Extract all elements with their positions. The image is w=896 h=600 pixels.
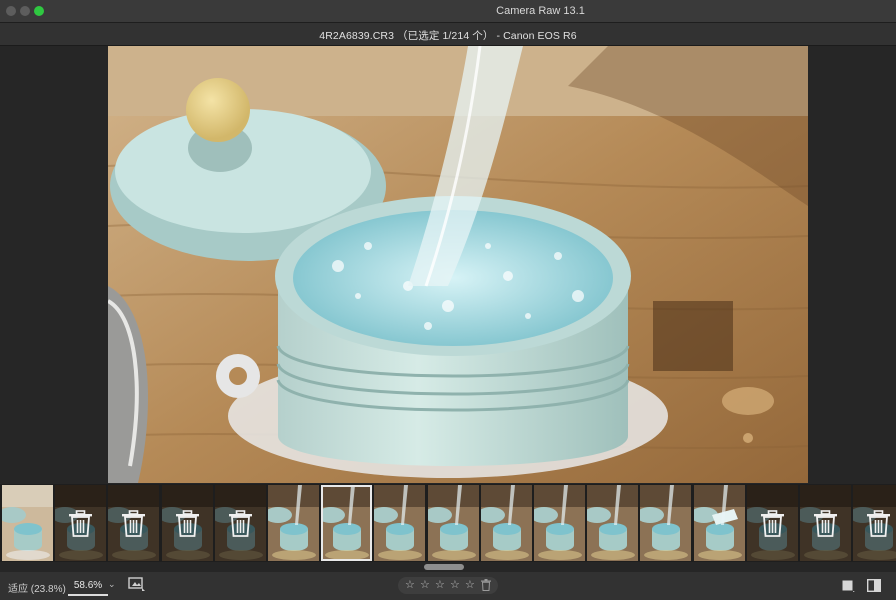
thumbnail-deleted[interactable] (161, 485, 213, 561)
thumbnail-deleted[interactable] (746, 485, 798, 561)
thumbnail[interactable] (268, 485, 319, 561)
rating-star[interactable]: ☆ (435, 578, 445, 591)
trash-icon (866, 510, 891, 537)
trash-icon (175, 510, 200, 537)
thumbnail[interactable] (2, 485, 53, 561)
zoom-level-field[interactable]: 58.6% (68, 577, 108, 596)
main-photo[interactable] (108, 46, 808, 483)
thumbnail-deleted[interactable] (214, 485, 266, 561)
filmstrip-scrollbar[interactable] (424, 564, 464, 570)
thumbnail[interactable] (587, 485, 639, 561)
thumbnail-deleted[interactable] (108, 485, 160, 561)
bottom-toolbar: 适应 (23.8%) 58.6% ⌄ ☆ ☆ ☆ ☆ ☆ (0, 572, 896, 600)
window-title: Camera Raw 13.1 (496, 5, 585, 17)
rating-star[interactable]: ☆ (405, 578, 415, 591)
trash-icon (121, 510, 146, 537)
before-after-icon[interactable] (867, 579, 881, 592)
title-bar: Camera Raw 13.1 (0, 0, 896, 23)
zoom-fit-button[interactable]: 适应 (23.8%) (8, 580, 66, 595)
thumbnail[interactable] (534, 485, 585, 561)
rating-star[interactable]: ☆ (465, 578, 475, 591)
compare-view-icon[interactable] (128, 577, 146, 593)
thumbnail-deleted[interactable] (800, 485, 851, 561)
trash-icon (813, 510, 838, 537)
trash-icon (760, 510, 785, 537)
thumbnail[interactable] (640, 485, 692, 561)
trash-icon[interactable] (481, 579, 491, 591)
trash-icon (68, 510, 93, 537)
thumbnail[interactable] (374, 485, 426, 561)
thumbnail[interactable] (693, 485, 745, 561)
filmstrip[interactable] (0, 484, 896, 562)
rating-star[interactable]: ☆ (450, 578, 460, 591)
thumbnail-deleted[interactable] (55, 485, 107, 561)
thumbnail[interactable] (321, 485, 373, 561)
filmstrip-view-icon[interactable] (842, 580, 855, 592)
file-info-bar: 4R2A6839.CR3 （已选定 1/214 个） - Canon EOS R… (0, 23, 896, 46)
zoom-dropdown-chevron-icon[interactable]: ⌄ (108, 579, 116, 590)
trash-icon (228, 510, 253, 537)
rating-star[interactable]: ☆ (420, 578, 430, 591)
image-viewer[interactable] (0, 46, 896, 483)
thumbnail[interactable] (480, 485, 532, 561)
thumbnail[interactable] (427, 485, 479, 561)
star-rating: ☆ ☆ ☆ ☆ ☆ (398, 577, 498, 594)
file-info-text: 4R2A6839.CR3 （已选定 1/214 个） - Canon EOS R… (319, 30, 577, 42)
thumbnail-deleted[interactable] (853, 485, 896, 561)
